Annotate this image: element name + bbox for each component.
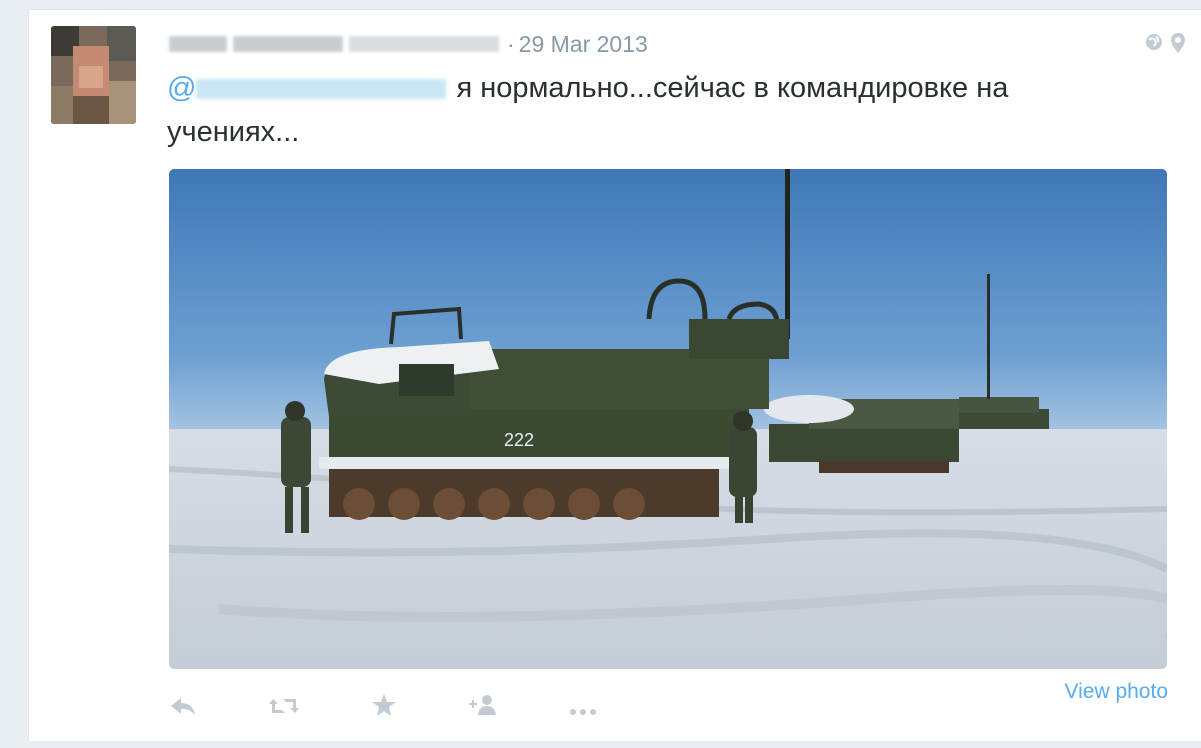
author-name-blur[interactable] (233, 36, 343, 52)
avatar[interactable] (51, 26, 136, 124)
tweet-meta-icons (1144, 32, 1186, 60)
tweet-text: @ я нормально...сейчас в командировке на … (167, 66, 1067, 154)
author-name-blur[interactable] (169, 36, 227, 52)
more-icon[interactable] (569, 693, 597, 724)
reply-icon[interactable] (169, 693, 197, 724)
retweet-icon[interactable] (267, 693, 301, 724)
tweet-card: · 29 Mar 2013 @ я нормально...сейчас в ко… (28, 9, 1201, 741)
tweet-text-line1: я нормально...сейчас в командировке на (456, 72, 1009, 104)
tweet-photo[interactable]: 222 (169, 169, 1167, 669)
globe-icon[interactable] (1144, 32, 1164, 60)
tweet-text-line2: учениях... (167, 116, 300, 148)
tweet-date[interactable]: 29 Mar 2013 (519, 31, 648, 58)
mention-prefix: @ (167, 72, 197, 104)
mention-handle-blur (196, 79, 447, 100)
location-pin-icon[interactable] (1170, 32, 1186, 60)
tweet-actions (169, 693, 667, 724)
tweet-header: · 29 Mar 2013 (169, 30, 648, 58)
follow-user-icon[interactable] (467, 693, 499, 724)
author-handle-blur[interactable] (349, 36, 499, 52)
view-photo-link[interactable]: View photo (1064, 680, 1168, 704)
vehicle-number: 222 (504, 430, 534, 450)
mention-link[interactable]: @ (167, 72, 456, 104)
military-vehicles-photo: 222 (169, 169, 1167, 669)
star-icon[interactable] (371, 693, 397, 724)
header-separator: · (507, 30, 515, 57)
